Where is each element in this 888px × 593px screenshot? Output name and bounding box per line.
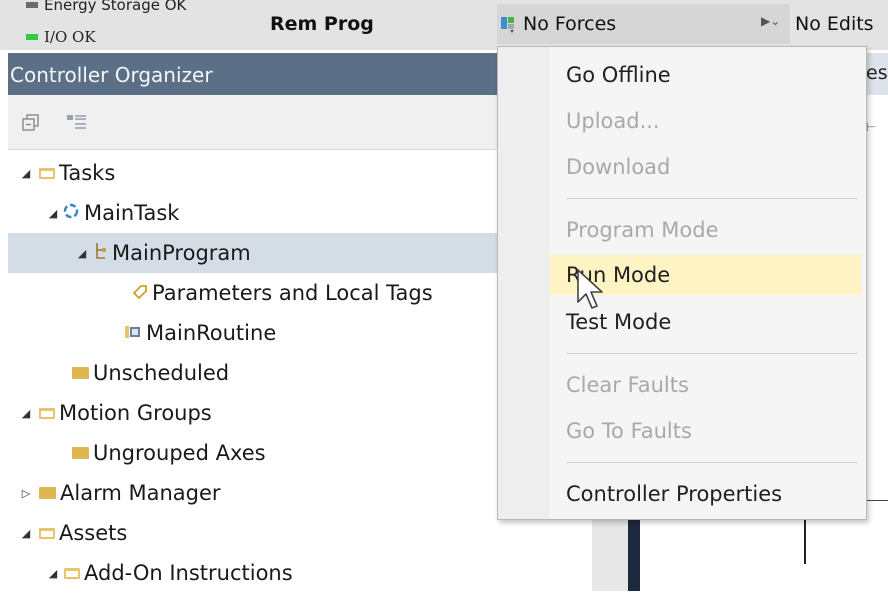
tree-item-label: Add-On Instructions bbox=[84, 561, 293, 585]
controller-status-bar: Energy Storage OK I/O OK Rem Prog No For… bbox=[0, 0, 888, 50]
ladder-routine-icon bbox=[124, 321, 144, 345]
folder-open-icon bbox=[39, 527, 55, 539]
tree-item-label: Parameters and Local Tags bbox=[152, 281, 433, 305]
menu-item-go-offline[interactable]: Go Offline bbox=[498, 55, 866, 95]
tree-item-label: Assets bbox=[59, 521, 128, 545]
tree-item-label: Alarm Manager bbox=[60, 481, 221, 505]
menu-item-label: Run Mode bbox=[566, 263, 671, 287]
collapsed-caret-icon[interactable]: ▷ bbox=[19, 487, 33, 500]
editor-tab-label: es bbox=[866, 62, 888, 84]
folder-icon bbox=[39, 487, 56, 499]
continuous-task-icon bbox=[62, 201, 80, 225]
menu-item-label: Go Offline bbox=[566, 63, 671, 87]
menu-item-run-mode[interactable]: Run Mode bbox=[550, 255, 861, 295]
folder-icon bbox=[72, 447, 89, 459]
forces-icon bbox=[500, 15, 516, 33]
folder-open-icon bbox=[39, 167, 55, 179]
energy-storage-led-icon bbox=[26, 2, 38, 8]
rung-line bbox=[866, 500, 888, 501]
tree-item-label: Ungrouped Axes bbox=[93, 441, 266, 465]
menu-item-controller-properties[interactable]: Controller Properties bbox=[498, 474, 866, 514]
tree-item-label: MainRoutine bbox=[146, 321, 277, 345]
rung-vertical-line bbox=[804, 520, 806, 564]
io-status: I/O OK bbox=[26, 28, 96, 46]
io-status-label: I/O OK bbox=[44, 28, 96, 46]
menu-item-label: Go To Faults bbox=[566, 419, 692, 443]
menu-item-label: Clear Faults bbox=[566, 373, 689, 397]
expand-caret-icon[interactable]: ◢ bbox=[19, 167, 33, 180]
menu-item-go-to-faults[interactable]: Go To Faults bbox=[498, 411, 866, 451]
folder-icon bbox=[72, 367, 89, 379]
edits-dropdown-arrow-icon[interactable]: ▶⌄ bbox=[761, 14, 780, 28]
ladder-toolbar-icon[interactable]: ⊢ bbox=[866, 120, 876, 134]
menu-separator bbox=[566, 198, 858, 199]
tag-icon bbox=[132, 281, 148, 305]
controller-mode-menu: Go Offline Upload... Download Program Mo… bbox=[497, 46, 867, 520]
menu-item-label: Download bbox=[566, 155, 671, 179]
menu-item-label: Test Mode bbox=[566, 310, 672, 334]
edits-status-label[interactable]: No Edits bbox=[795, 13, 874, 35]
tree-item-label: MainProgram bbox=[112, 241, 251, 265]
menu-item-test-mode[interactable]: Test Mode bbox=[498, 302, 866, 342]
expand-caret-icon[interactable]: ◢ bbox=[19, 407, 33, 420]
tree-item-label: Unscheduled bbox=[93, 361, 230, 385]
expand-caret-icon[interactable]: ◢ bbox=[46, 567, 60, 580]
menu-separator bbox=[566, 462, 858, 463]
io-ok-led-icon bbox=[26, 34, 38, 40]
expand-caret-icon[interactable]: ◢ bbox=[75, 247, 89, 260]
show-list-icon[interactable] bbox=[66, 113, 86, 133]
menu-item-label: Program Mode bbox=[566, 218, 719, 242]
menu-item-program-mode[interactable]: Program Mode bbox=[498, 210, 866, 250]
energy-storage-label: Energy Storage OK bbox=[44, 0, 187, 14]
menu-item-download[interactable]: Download bbox=[498, 147, 866, 187]
controller-mode-label[interactable]: Rem Prog bbox=[270, 13, 374, 35]
tree-item-add-on-instructions[interactable]: ◢ Add-On Instructions bbox=[8, 553, 592, 593]
tree-item-label: MainTask bbox=[84, 201, 180, 225]
folder-open-icon bbox=[64, 567, 80, 579]
tree-item-label: Tasks bbox=[59, 161, 116, 185]
collapse-all-icon[interactable] bbox=[21, 113, 41, 133]
menu-item-clear-faults[interactable]: Clear Faults bbox=[498, 365, 866, 405]
folder-open-icon bbox=[39, 407, 55, 419]
expand-caret-icon[interactable]: ◢ bbox=[19, 527, 33, 540]
organizer-title: Controller Organizer bbox=[10, 63, 213, 87]
program-icon bbox=[94, 241, 108, 266]
expand-caret-icon[interactable]: ◢ bbox=[46, 207, 60, 220]
menu-item-label: Controller Properties bbox=[566, 482, 783, 506]
menu-separator bbox=[566, 353, 858, 354]
energy-storage-status: Energy Storage OK bbox=[26, 0, 186, 14]
tree-item-label: Motion Groups bbox=[59, 401, 212, 425]
menu-item-label: Upload... bbox=[566, 109, 660, 133]
forces-status-box[interactable]: No Forces bbox=[497, 4, 790, 44]
menu-item-upload[interactable]: Upload... bbox=[498, 101, 866, 141]
forces-label: No Forces bbox=[523, 13, 617, 35]
